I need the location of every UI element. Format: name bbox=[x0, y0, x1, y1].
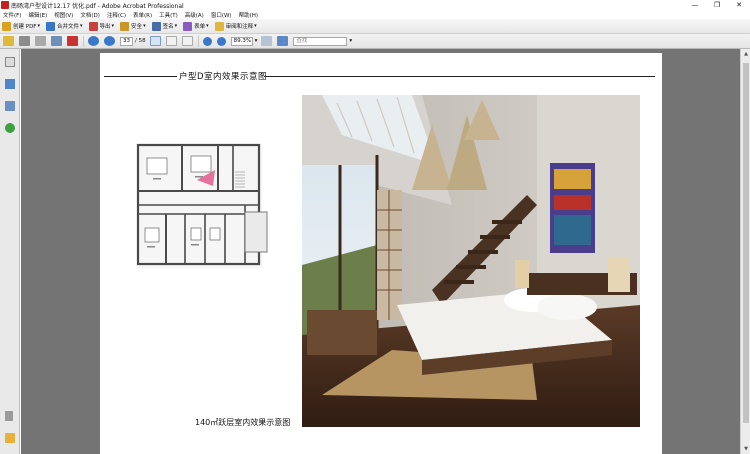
chevron-down-icon: ▾ bbox=[174, 23, 178, 29]
red-tool-icon[interactable] bbox=[67, 36, 78, 46]
pdf-page: 户型D室内效果示意图 140㎡跃层室内效果示意图 bbox=[100, 53, 662, 454]
chevron-down-icon[interactable]: ▾ bbox=[255, 38, 258, 44]
create-pdf-button[interactable]: 创建 PDF ▾ bbox=[2, 21, 40, 31]
menu-forms[interactable]: 表单(R) bbox=[133, 11, 152, 19]
interior-rendering-image bbox=[302, 95, 640, 427]
review-label: 审阅和注释 bbox=[225, 24, 254, 30]
attachments-icon[interactable] bbox=[5, 411, 13, 421]
chevron-down-icon: ▾ bbox=[111, 23, 115, 29]
fit-page-icon[interactable] bbox=[261, 36, 273, 46]
create-pdf-icon bbox=[2, 21, 11, 31]
restore-button[interactable]: ❐ bbox=[706, 0, 728, 10]
zoom-tool-icon[interactable] bbox=[181, 36, 193, 46]
scroll-down-icon[interactable]: ▼ bbox=[741, 446, 750, 452]
export-icon bbox=[88, 21, 98, 31]
minimize-button[interactable]: — bbox=[684, 0, 706, 10]
email-icon[interactable] bbox=[51, 36, 62, 46]
chevron-down-icon: ▾ bbox=[254, 23, 257, 29]
export-button[interactable]: 导出 ▾ bbox=[88, 21, 115, 31]
next-page-icon[interactable] bbox=[104, 36, 115, 46]
menu-tools[interactable]: 工具(T) bbox=[159, 11, 178, 19]
sign-button[interactable]: 签名 ▾ bbox=[151, 21, 178, 31]
menu-document[interactable]: 文档(D) bbox=[80, 11, 100, 19]
window-title: 南砀湾户型设计12.17 优化.pdf - Adobe Acrobat Prof… bbox=[11, 2, 184, 10]
navigation-pane bbox=[0, 49, 20, 454]
floor-plan-drawing bbox=[136, 143, 268, 268]
scrollbar-thumb[interactable] bbox=[743, 63, 749, 423]
menu-bar: 文件(F) 编辑(E) 视图(V) 文档(D) 注释(C) 表单(R) 工具(T… bbox=[0, 10, 750, 19]
page-total: / 58 bbox=[135, 38, 146, 44]
image-caption: 140㎡跃层室内效果示意图 bbox=[195, 418, 291, 427]
chevron-down-icon: ▾ bbox=[143, 23, 146, 29]
previous-page-icon[interactable] bbox=[88, 36, 99, 46]
acrobat-app-icon bbox=[1, 1, 9, 9]
combine-files-label: 合并文件 bbox=[56, 24, 79, 30]
fit-width-icon[interactable] bbox=[277, 36, 289, 46]
toolbar-divider bbox=[197, 35, 199, 47]
window-controls: — ❐ ✕ bbox=[684, 0, 750, 10]
hand-tool-icon[interactable] bbox=[165, 36, 177, 46]
menu-file[interactable]: 文件(F) bbox=[3, 11, 21, 19]
chevron-down-icon: ▾ bbox=[206, 23, 209, 29]
menu-edit[interactable]: 编辑(E) bbox=[28, 11, 47, 19]
vertical-scrollbar[interactable]: ▲ ▼ bbox=[740, 49, 750, 454]
pen-icon bbox=[151, 21, 161, 31]
title-bar: 南砀湾户型设计12.17 优化.pdf - Adobe Acrobat Prof… bbox=[0, 0, 750, 10]
secure-label: 安全 bbox=[131, 24, 143, 30]
navigation-toolbar: 33 / 58 89.3% ▾ 查找 ▾ bbox=[0, 34, 750, 49]
create-pdf-label: 创建 PDF bbox=[13, 24, 37, 30]
section-header: 户型D室内效果示意图 bbox=[104, 70, 655, 82]
forms-button[interactable]: 表单 ▾ bbox=[183, 21, 209, 31]
export-label: 导出 bbox=[99, 24, 111, 30]
menu-view[interactable]: 视图(V) bbox=[54, 11, 73, 19]
print-icon[interactable] bbox=[19, 36, 30, 46]
close-button[interactable]: ✕ bbox=[728, 0, 750, 10]
header-rule-right bbox=[264, 76, 655, 77]
form-icon bbox=[183, 21, 193, 31]
zoom-out-icon[interactable] bbox=[202, 36, 212, 46]
combine-files-icon bbox=[45, 21, 55, 31]
sign-label: 签名 bbox=[162, 24, 174, 30]
search-input[interactable]: 查找 bbox=[293, 36, 348, 46]
chevron-down-icon[interactable]: ▾ bbox=[349, 38, 352, 44]
section-title: 户型D室内效果示意图 bbox=[177, 70, 270, 82]
header-rule-left bbox=[104, 76, 177, 77]
menu-help[interactable]: 帮助(H) bbox=[239, 11, 258, 19]
menu-advanced[interactable]: 高级(A) bbox=[185, 11, 204, 19]
zoom-level-input[interactable]: 89.3% bbox=[230, 36, 253, 46]
lock-icon bbox=[120, 21, 130, 31]
chevron-down-icon: ▾ bbox=[37, 23, 40, 29]
signatures-panel-icon[interactable] bbox=[5, 101, 15, 111]
review-icon bbox=[214, 21, 224, 31]
open-folder-icon[interactable] bbox=[3, 36, 14, 46]
toolbar-divider bbox=[83, 35, 84, 47]
zoom-in-icon[interactable] bbox=[216, 36, 226, 46]
bookmarks-panel-icon[interactable] bbox=[5, 79, 15, 89]
comments-icon[interactable] bbox=[5, 433, 15, 443]
page-number-input[interactable]: 33 bbox=[120, 36, 133, 46]
combine-files-button[interactable]: 合并文件 ▾ bbox=[45, 21, 83, 31]
review-comment-button[interactable]: 审阅和注释 ▾ bbox=[214, 21, 257, 31]
secure-button[interactable]: 安全 ▾ bbox=[120, 21, 146, 31]
tasks-toolbar: 创建 PDF ▾ 合并文件 ▾ 导出 ▾ 安全 ▾ 签名 ▾ 表单 ▾ 审阅和注释 ▾ bbox=[0, 19, 750, 34]
help-icon[interactable] bbox=[5, 123, 15, 133]
select-tool-icon[interactable] bbox=[149, 36, 161, 46]
menu-window[interactable]: 窗口(W) bbox=[211, 11, 232, 19]
pages-panel-icon[interactable] bbox=[5, 57, 15, 67]
menu-comments[interactable]: 注释(C) bbox=[107, 11, 126, 19]
save-icon[interactable] bbox=[35, 36, 46, 46]
chevron-down-icon: ▾ bbox=[80, 23, 83, 29]
forms-label: 表单 bbox=[194, 24, 206, 30]
scroll-up-icon[interactable]: ▲ bbox=[741, 51, 750, 57]
